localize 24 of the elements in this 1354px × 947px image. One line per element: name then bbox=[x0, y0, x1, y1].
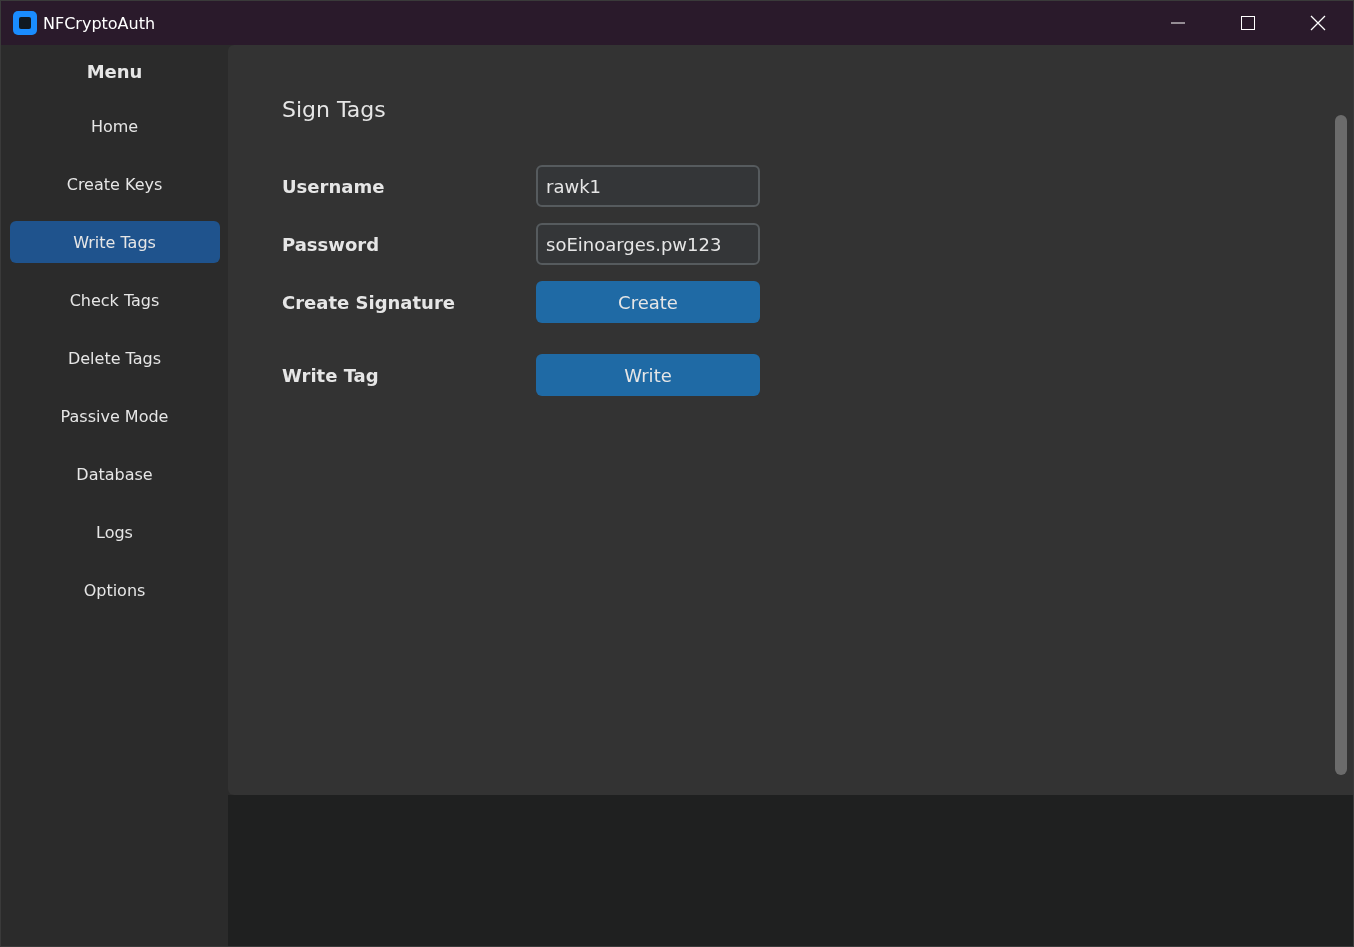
form-label: Username bbox=[282, 175, 386, 197]
sidebar-item[interactable]: Check Tags bbox=[9, 279, 220, 321]
form-label: Write Tag bbox=[282, 364, 380, 386]
sidebar-title: Menu bbox=[86, 61, 143, 84]
maximize-icon bbox=[1241, 16, 1255, 30]
sidebar-item[interactable]: Home bbox=[9, 105, 220, 147]
action-button[interactable]: Write bbox=[536, 354, 760, 396]
sidebar-item[interactable]: Delete Tags bbox=[9, 337, 220, 379]
action-button[interactable]: Create bbox=[536, 281, 760, 323]
sidebar-item[interactable]: Logs bbox=[9, 511, 220, 553]
sidebar-item[interactable]: Passive Mode bbox=[9, 395, 220, 437]
sidebar-item[interactable]: Write Tags bbox=[9, 221, 220, 263]
page-title: Sign Tags bbox=[282, 97, 387, 124]
sidebar-item[interactable]: Create Keys bbox=[9, 163, 220, 205]
sidebar-item[interactable]: Database bbox=[9, 453, 220, 495]
input-field[interactable]: soEinoarges.pw123 bbox=[536, 223, 760, 265]
input-field[interactable]: rawk1 bbox=[536, 165, 760, 207]
close-icon bbox=[1310, 15, 1326, 31]
sidebar-item[interactable]: Options bbox=[9, 569, 220, 611]
window-title: NFCryptoAuth bbox=[43, 13, 156, 33]
app-icon bbox=[13, 11, 37, 35]
form-label: Password bbox=[282, 233, 381, 255]
scrollbar[interactable] bbox=[1335, 115, 1347, 775]
form-label: Create Signature bbox=[282, 291, 456, 313]
